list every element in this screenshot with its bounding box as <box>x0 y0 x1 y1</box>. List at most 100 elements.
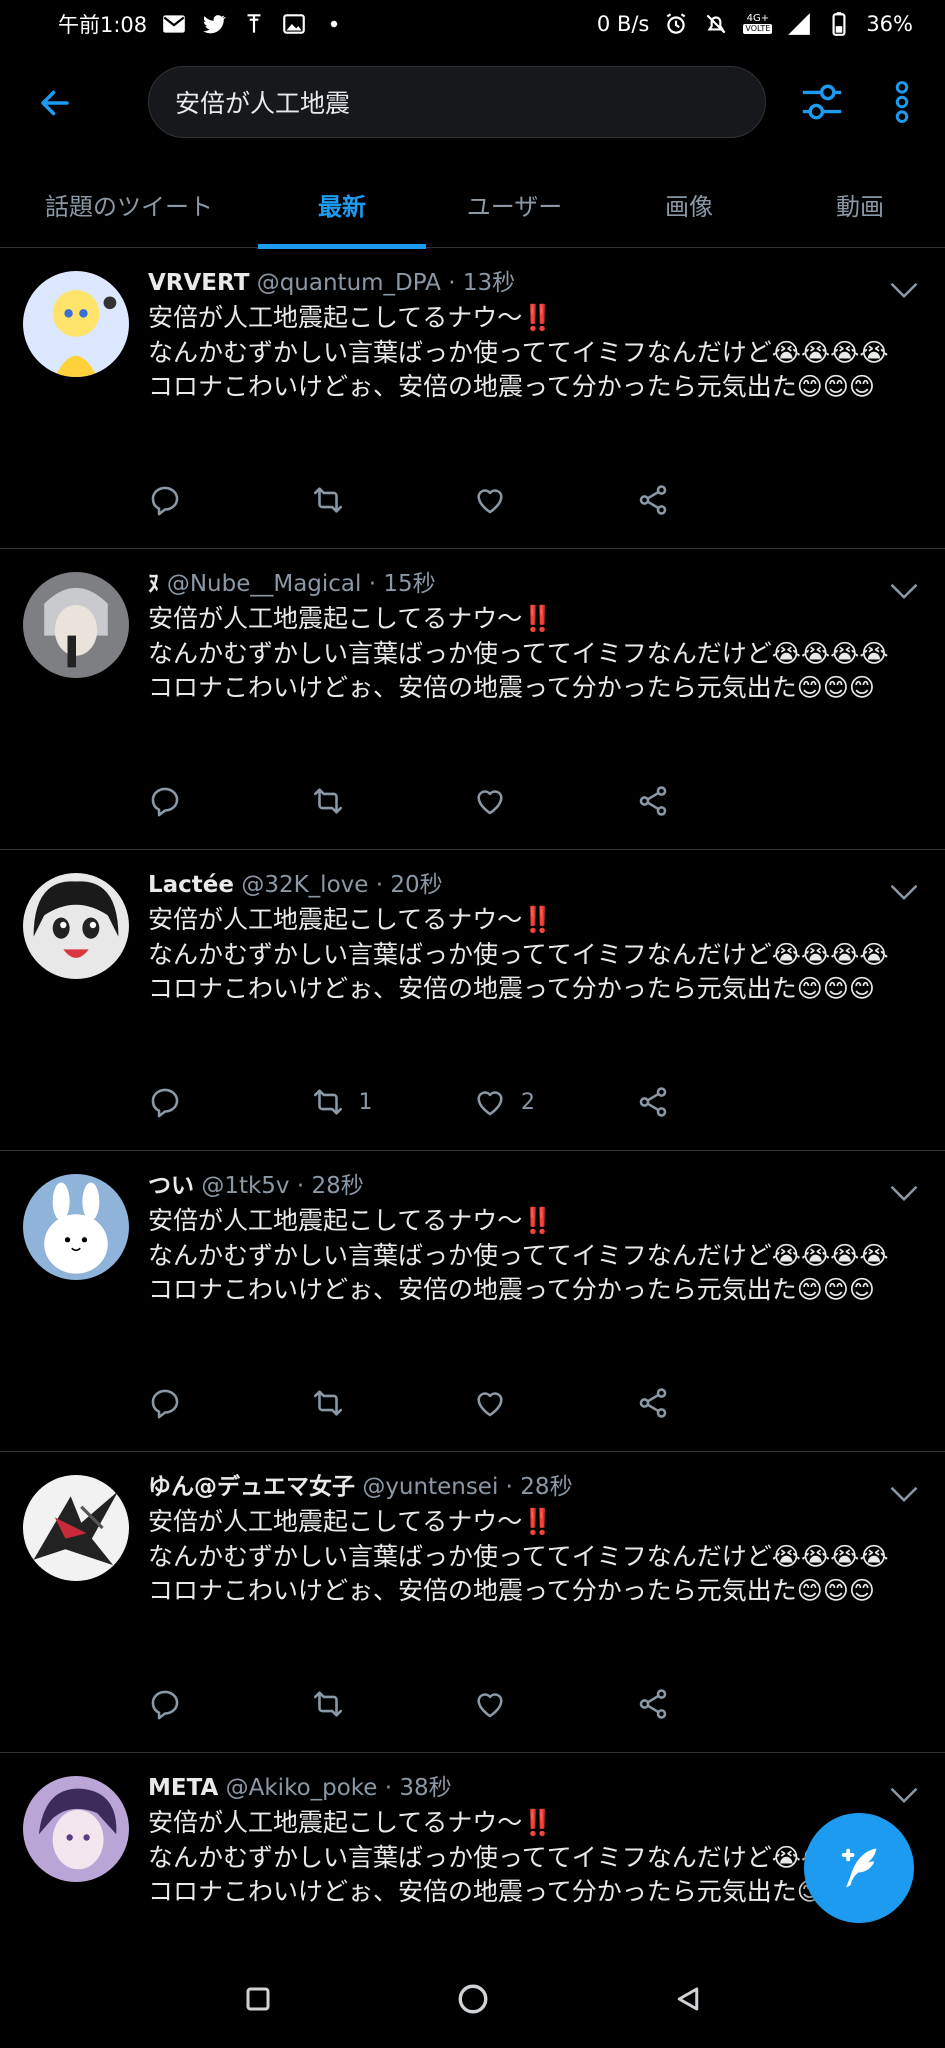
like-button[interactable] <box>473 1682 636 1726</box>
user-name[interactable]: ﾇ <box>148 571 160 597</box>
retweet-button[interactable] <box>311 478 474 522</box>
search-filter-button[interactable] <box>796 76 848 128</box>
heart-icon <box>477 1392 503 1417</box>
tweet[interactable]: VRVERT @quantum_DPA · 13秒 安倍が人工地震起こしてるナウ… <box>0 248 945 549</box>
share-icon <box>639 786 666 816</box>
tweet[interactable]: つい @1tk5v · 28秒 安倍が人工地震起こしてるナウ〜‼️ なんかむずかし… <box>0 1151 945 1452</box>
share-button[interactable] <box>636 478 799 522</box>
tweet-text: 安倍が人工地震起こしてるナウ〜‼️ なんかむずかしい言葉ばっか使っててイミフなんだ… <box>148 604 889 702</box>
tweet[interactable]: ﾇ @Nube__Magical · 15秒 安倍が人工地震起こしてるナウ〜‼️… <box>0 549 945 850</box>
avatar[interactable] <box>23 1776 129 1882</box>
tab-top-tweets[interactable]: 話題のツイート <box>0 160 258 248</box>
search-input[interactable]: 安倍が人工地震 <box>148 66 766 138</box>
chevron-down-icon[interactable] <box>889 1484 919 1504</box>
status-bar: 午前1:08 0 B/s 4G+ VOLTE 36% <box>0 0 945 48</box>
like-button[interactable] <box>473 1381 636 1425</box>
user-handle: @Nube__Magical <box>166 571 362 597</box>
chevron-down-icon[interactable] <box>889 1183 919 1203</box>
share-icon <box>639 485 666 515</box>
separator: · <box>289 1173 312 1199</box>
tweet-time: 15秒 <box>383 571 436 597</box>
compose-tweet-icon <box>841 1848 877 1888</box>
tweet[interactable]: Lactée @32K_love · 20秒 安倍が人工地震起こしてるナウ〜‼️… <box>0 850 945 1151</box>
circle-icon <box>458 1984 487 2014</box>
reply-button[interactable] <box>148 779 311 823</box>
tweet-feed[interactable]: VRVERT @quantum_DPA · 13秒 安倍が人工地震起こしてるナウ… <box>0 248 945 1950</box>
chevron-down-icon[interactable] <box>889 882 919 902</box>
share-button[interactable] <box>636 779 799 823</box>
like-count: 2 <box>521 1089 535 1115</box>
compose-tweet-button[interactable] <box>804 1813 914 1923</box>
user-name[interactable]: VRVERT <box>148 270 249 296</box>
tweet[interactable]: ゆん@デュエマ女子 @yuntensei · 28秒 安倍が人工地震起こしてるナ… <box>0 1452 945 1753</box>
share-button[interactable] <box>636 1682 799 1726</box>
reply-button[interactable] <box>148 1080 311 1124</box>
avatar[interactable] <box>23 572 129 678</box>
retweet-button[interactable]: 1 <box>311 1080 474 1124</box>
tab-videos[interactable]: 動画 <box>775 160 945 248</box>
like-button[interactable]: 2 <box>473 1080 636 1124</box>
reply-button[interactable] <box>148 1682 311 1726</box>
user-name[interactable]: ゆん@デュエマ女子 <box>148 1474 355 1500</box>
user-handle: @32K_love <box>241 872 369 898</box>
network-badge: 4G+ VOLTE <box>743 13 773 34</box>
system-back-button[interactable] <box>658 1969 718 2029</box>
avatar[interactable] <box>23 1475 129 1581</box>
recents-button[interactable] <box>228 1969 288 2029</box>
user-name[interactable]: つい <box>148 1173 194 1199</box>
user-name[interactable]: META <box>148 1775 218 1801</box>
tweet-text: 安倍が人工地震起こしてるナウ〜‼️ なんかむずかしい言葉ばっか使っててイミフなんだ… <box>148 303 889 401</box>
alarm-icon <box>663 11 689 37</box>
avatar[interactable] <box>23 873 129 979</box>
share-icon <box>639 1689 666 1719</box>
user-name[interactable]: Lactée <box>148 872 234 898</box>
back-button[interactable] <box>30 78 80 128</box>
reply-icon <box>151 1088 179 1118</box>
tweet-header: ﾇ @Nube__Magical · 15秒 <box>148 569 908 599</box>
chevron-down-icon[interactable] <box>889 280 919 300</box>
battery-level: 36% <box>866 12 913 36</box>
reply-button[interactable] <box>148 478 311 522</box>
share-button[interactable] <box>636 1080 799 1124</box>
triangle-back-icon <box>677 1987 698 2011</box>
reply-icon <box>151 1389 179 1419</box>
more-vertical-icon <box>895 81 909 123</box>
filter-sliders-icon <box>802 84 842 120</box>
retweet-button[interactable] <box>311 779 474 823</box>
separator: · <box>440 270 463 296</box>
chevron-down-icon[interactable] <box>889 581 919 601</box>
tweet-time: 28秒 <box>311 1173 364 1199</box>
home-button[interactable] <box>443 1969 503 2029</box>
like-button[interactable] <box>473 779 636 823</box>
chevron-down-icon[interactable] <box>889 1785 919 1805</box>
retweet-icon <box>313 487 342 513</box>
separator: · <box>368 872 391 898</box>
status-time: 午前1:08 <box>58 13 148 37</box>
reply-button[interactable] <box>148 1381 311 1425</box>
tab-latest[interactable]: 最新 <box>258 160 426 249</box>
like-button[interactable] <box>473 478 636 522</box>
more-options-button[interactable] <box>880 76 924 128</box>
share-button[interactable] <box>636 1381 799 1425</box>
retweet-button[interactable] <box>311 1682 474 1726</box>
retweet-button[interactable] <box>311 1381 474 1425</box>
tab-images[interactable]: 画像 <box>603 160 775 248</box>
retweet-icon <box>313 1390 342 1416</box>
tweet[interactable]: META @Akiko_poke · 38秒 安倍が人工地震起こしてるナウ〜‼️… <box>0 1753 945 1950</box>
heart-icon <box>477 1091 503 1116</box>
share-icon <box>639 1388 666 1418</box>
retweet-count: 1 <box>358 1089 373 1115</box>
tweet-actions <box>148 1381 798 1425</box>
separator: · <box>498 1474 521 1500</box>
tweet-header: つい @1tk5v · 28秒 <box>148 1171 908 1201</box>
avatar[interactable] <box>23 271 129 377</box>
retweet-icon <box>313 788 342 814</box>
user-handle: @quantum_DPA <box>256 270 441 296</box>
status-bar-left: 午前1:08 <box>58 9 347 39</box>
retweet-icon <box>313 1089 342 1115</box>
mail-icon <box>161 11 187 37</box>
user-handle: @yuntensei <box>362 1474 499 1500</box>
avatar[interactable] <box>23 1174 129 1280</box>
tweet-actions <box>148 1682 798 1726</box>
tab-users[interactable]: ユーザー <box>426 160 603 248</box>
